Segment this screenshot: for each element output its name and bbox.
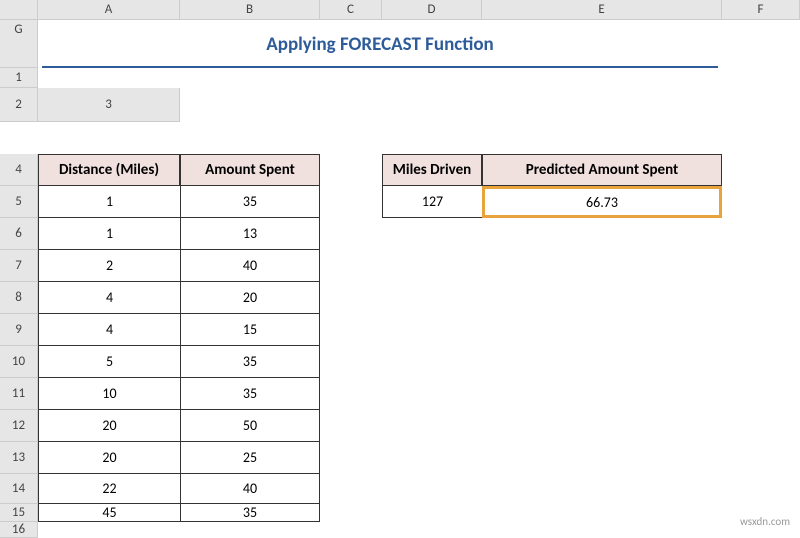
table-cell[interactable]: 20: [38, 442, 180, 474]
col-header-A[interactable]: A: [38, 0, 180, 20]
cell[interactable]: [320, 314, 800, 346]
page-title: Applying FORECAST Function: [42, 26, 718, 68]
result-predicted-value[interactable]: 66.73: [482, 186, 722, 218]
table-cell[interactable]: 1: [38, 186, 180, 218]
table-cell[interactable]: 13: [180, 218, 320, 250]
col-header-F[interactable]: F: [722, 0, 800, 20]
watermark: wsxdn.com: [740, 515, 790, 528]
col-header-G[interactable]: G: [0, 20, 38, 68]
cell[interactable]: [320, 154, 382, 186]
table-cell[interactable]: 40: [180, 474, 320, 504]
row-header-14[interactable]: 14: [0, 474, 38, 504]
result-header-predicted[interactable]: Predicted Amount Spent: [482, 154, 722, 186]
table-cell[interactable]: 35: [180, 186, 320, 218]
table-cell[interactable]: 10: [38, 378, 180, 410]
table-cell[interactable]: 4: [38, 282, 180, 314]
table-cell[interactable]: 50: [180, 410, 320, 442]
cell[interactable]: [320, 186, 382, 218]
cell[interactable]: [722, 20, 800, 68]
cell[interactable]: [38, 522, 800, 538]
row-header-9[interactable]: 9: [0, 314, 38, 346]
row-header-11[interactable]: 11: [0, 378, 38, 410]
row-header-3[interactable]: 3: [38, 88, 180, 122]
result-miles-value[interactable]: 127: [382, 186, 482, 218]
cell[interactable]: [320, 378, 800, 410]
cell[interactable]: [722, 154, 800, 186]
cell[interactable]: [320, 346, 800, 378]
table-cell[interactable]: 1: [38, 218, 180, 250]
table-cell[interactable]: 2: [38, 250, 180, 282]
cell[interactable]: [320, 282, 800, 314]
spreadsheet-grid: A B C D E F G 1 2 Applying FORECAST Func…: [0, 0, 800, 538]
col-header-E[interactable]: E: [482, 0, 722, 20]
table-cell[interactable]: 35: [180, 504, 320, 522]
table-cell[interactable]: 5: [38, 346, 180, 378]
table-cell[interactable]: 22: [38, 474, 180, 504]
col-header-D[interactable]: D: [382, 0, 482, 20]
main-header-amount[interactable]: Amount Spent: [180, 154, 320, 186]
main-header-distance[interactable]: Distance (Miles): [38, 154, 180, 186]
row-header-15[interactable]: 15: [0, 504, 38, 522]
table-cell[interactable]: 35: [180, 378, 320, 410]
col-header-C[interactable]: C: [320, 0, 382, 20]
table-cell[interactable]: 35: [180, 346, 320, 378]
row-header-13[interactable]: 13: [0, 442, 38, 474]
table-cell[interactable]: 45: [38, 504, 180, 522]
row-header-16[interactable]: 16: [0, 522, 38, 538]
cell[interactable]: [320, 410, 800, 442]
col-header-B[interactable]: B: [180, 0, 320, 20]
cell[interactable]: [320, 474, 800, 504]
cell[interactable]: [38, 68, 800, 88]
row-header-1[interactable]: 1: [0, 68, 38, 88]
table-cell[interactable]: 25: [180, 442, 320, 474]
cell[interactable]: [722, 186, 800, 218]
row-header-7[interactable]: 7: [0, 250, 38, 282]
row-header-4[interactable]: 4: [0, 154, 38, 186]
select-all-corner[interactable]: [0, 0, 38, 20]
table-cell[interactable]: 4: [38, 314, 180, 346]
cell[interactable]: [38, 122, 800, 154]
row-header-2[interactable]: 2: [0, 88, 38, 122]
row-header-5[interactable]: 5: [0, 186, 38, 218]
row-header-6[interactable]: 6: [0, 218, 38, 250]
cell[interactable]: [320, 250, 800, 282]
table-cell[interactable]: 15: [180, 314, 320, 346]
cell[interactable]: [320, 442, 800, 474]
table-cell[interactable]: 20: [38, 410, 180, 442]
cell[interactable]: [320, 504, 800, 522]
row-header-8[interactable]: 8: [0, 282, 38, 314]
row-header-10[interactable]: 10: [0, 346, 38, 378]
row-header-12[interactable]: 12: [0, 410, 38, 442]
table-cell[interactable]: 40: [180, 250, 320, 282]
table-cell[interactable]: 20: [180, 282, 320, 314]
cell[interactable]: [320, 218, 800, 250]
result-header-miles[interactable]: Miles Driven: [382, 154, 482, 186]
